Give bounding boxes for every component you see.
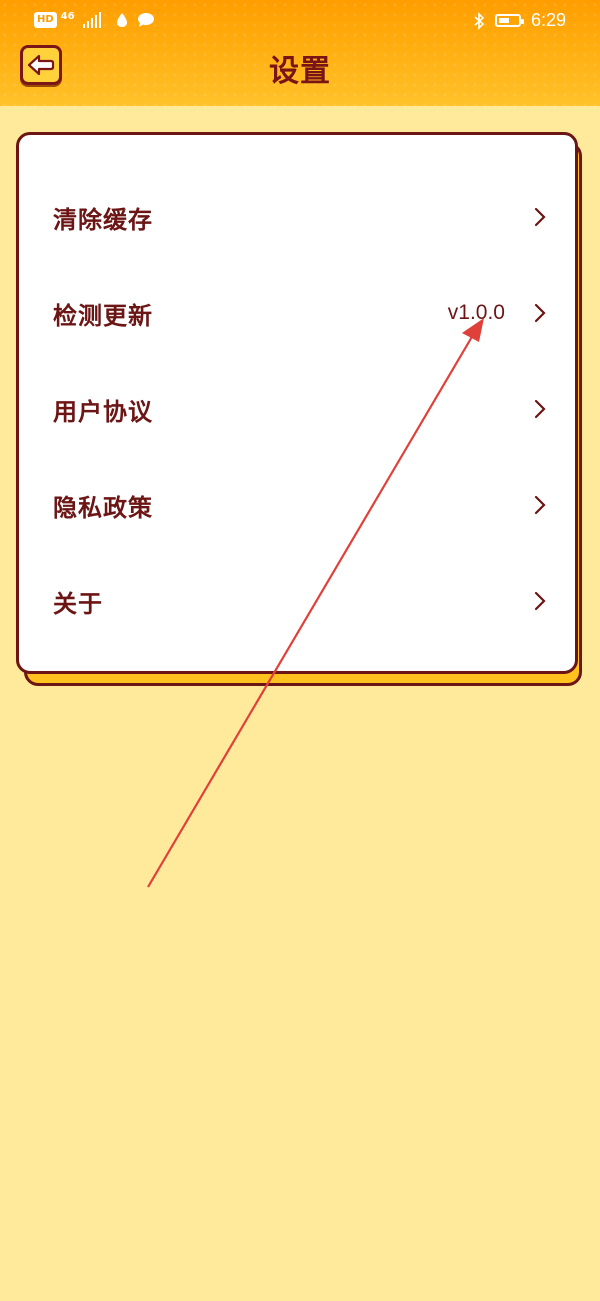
settings-item-label: 用户协议 <box>53 397 153 426</box>
settings-item-label: 检测更新 <box>53 301 153 330</box>
chevron-right-icon <box>534 591 546 611</box>
chat-bubble-icon <box>137 13 154 27</box>
page-title: 设置 <box>269 54 331 89</box>
settings-item-label: 清除缓存 <box>53 205 153 234</box>
settings-item-check-update[interactable]: 检测更新 v1.0.0 <box>19 265 575 361</box>
network-type-label: 46 <box>60 10 75 22</box>
bluetooth-icon <box>474 11 485 30</box>
settings-item-about[interactable]: 关于 <box>19 553 575 649</box>
signal-icon <box>82 12 101 28</box>
chevron-right-icon <box>534 207 546 227</box>
chevron-right-icon <box>534 303 546 323</box>
settings-card: 清除缓存 检测更新 v1.0.0 用户协议 隐私政策 关于 <box>16 132 578 674</box>
chevron-right-icon <box>534 495 546 515</box>
settings-item-privacy-policy[interactable]: 隐私政策 <box>19 457 575 553</box>
water-drop-icon <box>116 13 127 27</box>
status-bar: HD 46 6:29 <box>0 0 600 44</box>
battery-icon <box>494 14 524 27</box>
settings-item-label: 隐私政策 <box>53 493 153 522</box>
settings-item-clear-cache[interactable]: 清除缓存 <box>19 169 575 265</box>
settings-item-label: 关于 <box>53 589 103 618</box>
hd-badge: HD <box>34 12 57 28</box>
version-value: v1.0.0 <box>447 301 505 324</box>
chevron-right-icon <box>534 399 546 419</box>
clock: 6:29 <box>530 10 566 30</box>
settings-item-user-agreement[interactable]: 用户协议 <box>19 361 575 457</box>
